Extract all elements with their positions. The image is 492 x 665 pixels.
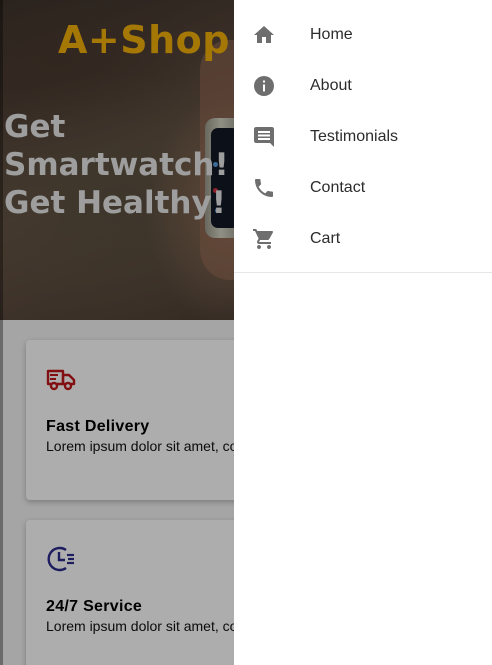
drawer-item-home[interactable]: Home: [234, 9, 492, 60]
page-edge-shadow: [0, 0, 3, 665]
comment-icon: [252, 125, 276, 149]
drawer-item-label: Contact: [310, 178, 366, 196]
drawer-item-cart[interactable]: Cart: [234, 213, 492, 264]
phone-icon: [252, 176, 276, 200]
drawer-item-label: Testimonials: [310, 127, 399, 145]
cart-icon: [252, 227, 276, 251]
home-icon: [252, 23, 276, 47]
drawer-item-testimonials[interactable]: Testimonials: [234, 111, 492, 162]
drawer-menu: Home About Testimonials Contact Cart: [234, 0, 492, 273]
drawer-item-label: Home: [310, 25, 353, 43]
drawer-item-about[interactable]: About: [234, 60, 492, 111]
drawer-item-contact[interactable]: Contact: [234, 162, 492, 213]
navigation-drawer: Home About Testimonials Contact Cart: [234, 0, 492, 665]
drawer-item-label: Cart: [310, 229, 341, 247]
info-icon: [252, 74, 276, 98]
drawer-item-label: About: [310, 76, 352, 94]
